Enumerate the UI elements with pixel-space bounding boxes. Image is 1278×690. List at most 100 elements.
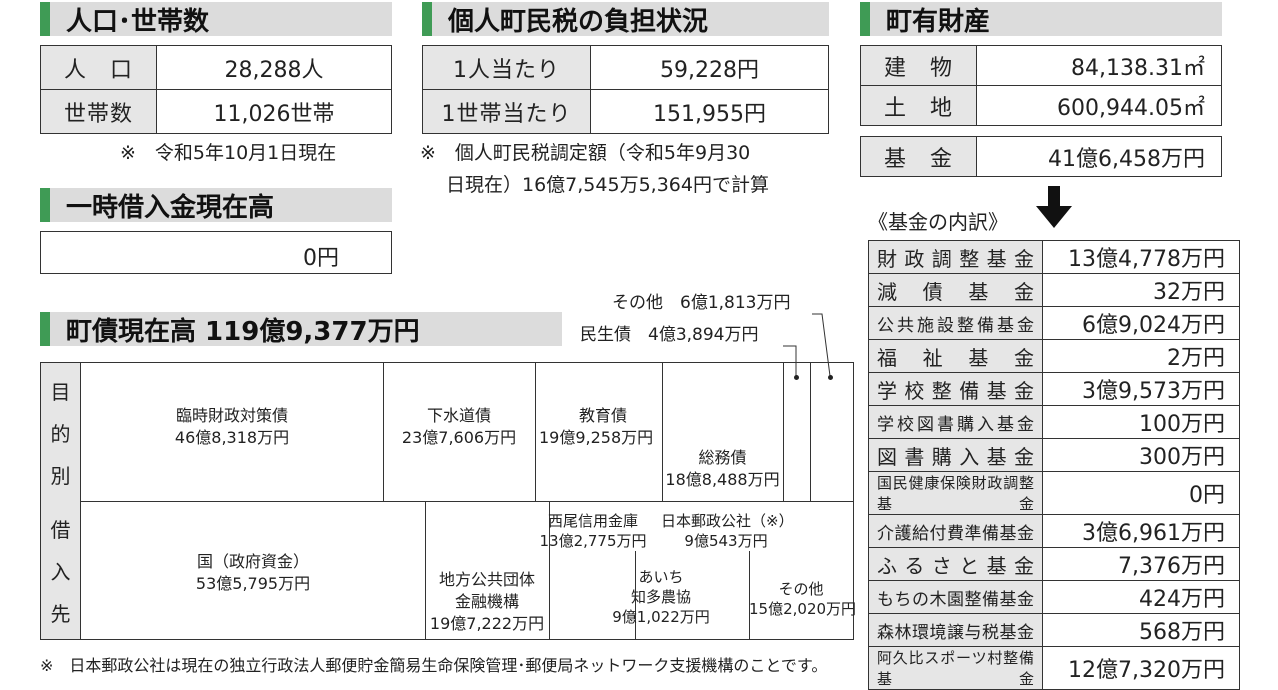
table-row: 公共施設整備基金 6億9,024万円: [868, 306, 1240, 340]
tax-header: 個人町民税の負担状況: [422, 2, 829, 37]
fund-label: 基 金: [860, 136, 977, 177]
fund-item-label: 介護給付費準備基金: [868, 514, 1043, 548]
tax-table: 1人当たり 59,228円 1世帯当たり 151,955円: [422, 45, 829, 134]
fund-item-label: ふるさと基金: [868, 547, 1043, 581]
source-value: 53億5,795万円: [195, 574, 311, 593]
tax-note-line2: 日現在）16億7,545万5,364円で計算: [446, 174, 769, 196]
fund-item-value: 7,376万円: [1042, 547, 1240, 581]
table-row: 世帯数 11,026世帯: [40, 89, 392, 134]
table-row: ふるさと基金 7,376万円: [868, 547, 1240, 581]
table-row: 人 口 28,288人: [40, 45, 392, 90]
table-row: 学校整備基金 3億9,573万円: [868, 372, 1240, 406]
purpose-rinji: 臨時財政対策債 46億8,318万円: [81, 405, 383, 449]
fund-item-label: 森林環境譲与税基金: [868, 613, 1043, 647]
source-other: その他 15億2,020万円: [749, 579, 857, 619]
down-arrow-icon: [1036, 186, 1072, 228]
building-label: 建 物: [860, 45, 977, 86]
property-table: 建 物 84,138.31㎡ 土 地 600,944.05㎡: [860, 45, 1222, 126]
fund-item-label: 学校整備基金: [868, 372, 1043, 406]
table-row: 基 金 41億6,458万円: [860, 136, 1222, 177]
source-kuni: 国（政府資金） 53億5,795万円: [81, 551, 425, 595]
table-row: 阿久比スポーツ村整備基金 12億7,320万円: [868, 646, 1240, 690]
source-name: 知多農協: [630, 588, 691, 606]
table-row: 学校図書購入基金 100万円: [868, 405, 1240, 439]
table-row: 土 地 600,944.05㎡: [860, 85, 1222, 126]
source-value: 13億2,775万円: [539, 532, 647, 550]
source-name: 西尾信用金庫: [547, 512, 638, 530]
land-label: 土 地: [860, 85, 977, 126]
source-value: 15億2,020万円: [749, 600, 857, 618]
fund-item-value: 13億4,778万円: [1042, 240, 1240, 274]
households-value: 11,026世帯: [156, 89, 392, 134]
fund-item-value: 300万円: [1042, 438, 1240, 472]
purpose-label-char: 目: [50, 379, 71, 404]
debt-header: 町債現在高 119億9,377万円: [40, 312, 562, 347]
borrowing-box: 0円: [40, 231, 392, 274]
fund-item-label: 学校図書購入基金: [868, 405, 1043, 439]
fund-value: 41億6,458万円: [976, 136, 1222, 177]
purpose-value: 18億8,488万円: [665, 470, 780, 489]
purpose-value: 19億9,258万円: [539, 428, 654, 447]
fund-item-label: 福祉基金: [868, 339, 1043, 373]
source-name: 金融機構: [454, 592, 519, 611]
source-nishio: 西尾信用金庫 13億2,775万円: [531, 511, 655, 551]
tax-note-line1: ※ 個人町民税調定額（令和5年9月30: [420, 142, 751, 164]
table-row: 森林環境譲与税基金 568万円: [868, 613, 1240, 647]
source-row-label: 借 入 先: [41, 501, 81, 639]
minsei-marker: [794, 375, 799, 380]
table-row: 減債基金 32万円: [868, 273, 1240, 307]
fund-item-label: もちの木園整備基金: [868, 580, 1043, 614]
cell-divider: [783, 363, 784, 501]
source-label-char: 借: [50, 517, 71, 542]
source-name: その他: [778, 580, 824, 598]
population-header: 人口･世帯数: [40, 2, 392, 37]
table-row: もちの木園整備基金 424万円: [868, 580, 1240, 614]
fund-item-label: 財政調整基金: [868, 240, 1043, 274]
debt-footnote: ※ 日本郵政公社は現在の独立行政法人郵便貯金簡易生命保険管理･郵便局ネットワーク…: [40, 656, 828, 675]
cell-divider: [810, 363, 811, 501]
table-row: 財政調整基金 13億4,778万円: [868, 240, 1240, 274]
fund-item-value: 2万円: [1042, 339, 1240, 373]
fund-item-value: 12億7,320万円: [1042, 646, 1240, 690]
fund-total-table: 基 金 41億6,458万円: [860, 136, 1222, 177]
fund-item-label: 国民健康保険財政調整基金: [868, 471, 1043, 515]
population-title: 人口･世帯数: [66, 6, 210, 37]
purpose-label-char: 的: [50, 421, 71, 446]
purpose-name: 臨時財政対策債: [175, 406, 288, 425]
callout-other: その他 6億1,813万円: [612, 293, 791, 313]
table-row: 国民健康保険財政調整基金 0円: [868, 471, 1240, 515]
source-yusei: 日本郵政公社（※） 9億543万円: [661, 511, 794, 551]
source-chiho: 地方公共団体 金融機構 19億7,222万円: [425, 569, 549, 635]
borrowing-header: 一時借入金現在高: [40, 188, 392, 223]
source-name: 地方公共団体: [438, 570, 535, 589]
tax-per-household-label: 1世帯当たり: [422, 89, 591, 134]
source-name: 日本郵政公社（※）: [661, 512, 794, 530]
borrowing-title: 一時借入金現在高: [66, 192, 275, 223]
source-name: あいち: [638, 568, 684, 586]
purpose-value: 23億7,606万円: [401, 428, 517, 447]
source-label-char: 入: [50, 559, 71, 584]
population-label: 人 口: [40, 45, 157, 90]
fund-item-value: 100万円: [1042, 405, 1240, 439]
population-table: 人 口 28,288人 世帯数 11,026世帯: [40, 45, 392, 134]
debt-title: 町債現在高 119億9,377万円: [66, 316, 420, 347]
households-label: 世帯数: [40, 89, 157, 134]
purpose-name: 下水道債: [426, 406, 491, 425]
fund-item-label: 図書購入基金: [868, 438, 1043, 472]
property-title: 町有財産: [886, 6, 991, 37]
table-row: 図書購入基金 300万円: [868, 438, 1240, 472]
other-marker: [828, 375, 833, 380]
table-row: 福祉基金 2万円: [868, 339, 1240, 373]
tax-per-household-value: 151,955円: [590, 89, 829, 134]
table-row: 介護給付費準備基金 3億6,961万円: [868, 514, 1240, 548]
purpose-name: 総務債: [698, 448, 747, 467]
purpose-value: 46億8,318万円: [174, 428, 290, 447]
source-value: 19億7,222万円: [429, 614, 545, 633]
fund-item-label: 公共施設整備基金: [868, 306, 1043, 340]
fund-item-value: 32万円: [1042, 273, 1240, 307]
land-value: 600,944.05㎡: [976, 85, 1222, 126]
source-label-char: 先: [50, 601, 71, 626]
fund-item-value: 3億9,573万円: [1042, 372, 1240, 406]
fund-item-value: 0円: [1042, 471, 1240, 515]
population-value: 28,288人: [156, 45, 392, 90]
